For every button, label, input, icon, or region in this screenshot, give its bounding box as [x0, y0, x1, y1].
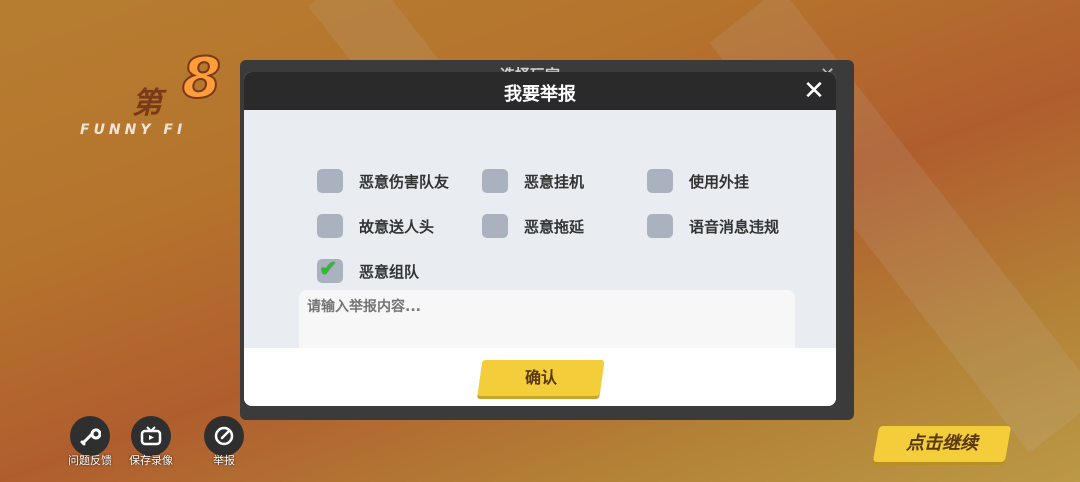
round-number: 8 — [181, 45, 222, 112]
option-malicious-teammate-damage[interactable]: 恶意伤害队友 — [317, 168, 449, 194]
round-prefix: 第 — [132, 86, 162, 121]
report-icon — [204, 416, 244, 456]
option-label: 恶意拖延 — [524, 217, 585, 236]
checkmark-icon: ✔ — [319, 257, 338, 282]
report-dialog: 我要举报 ✕ 恶意伤害队友 恶意挂机 使用外挂 故意送人头 恶意拖延 语音消息违… — [244, 72, 836, 406]
continue-button[interactable]: 点击继续 — [872, 426, 1012, 462]
option-voice-violation[interactable]: 语音消息违规 — [647, 213, 779, 239]
feedback-button[interactable]: 问题反馈 — [68, 416, 112, 468]
checkbox[interactable] — [317, 214, 343, 238]
report-label: 举报 — [213, 454, 235, 467]
tv-icon — [131, 416, 171, 456]
close-button[interactable]: ✕ — [800, 77, 828, 105]
option-label: 恶意组队 — [359, 262, 420, 281]
option-label: 故意送人头 — [359, 217, 435, 236]
wrench-icon — [70, 416, 110, 456]
round-subtitle: FUNNY FI — [80, 122, 187, 138]
checkbox[interactable] — [317, 169, 343, 193]
checkbox[interactable] — [647, 169, 673, 193]
continue-label: 点击继续 — [906, 433, 978, 454]
dialog-title: 我要举报 — [504, 84, 576, 105]
feedback-label: 问题反馈 — [68, 454, 112, 467]
dialog-body: 恶意伤害队友 恶意挂机 使用外挂 故意送人头 恶意拖延 语音消息违规 ✔ 恶意组… — [244, 110, 836, 370]
dialog-header: 我要举报 ✕ — [244, 72, 836, 110]
option-malicious-stalling[interactable]: 恶意拖延 — [482, 213, 584, 239]
report-button[interactable]: 举报 — [202, 416, 246, 468]
option-label: 语音消息违规 — [689, 217, 780, 236]
confirm-button[interactable]: 确认 — [477, 360, 605, 396]
option-malicious-teaming[interactable]: ✔ 恶意组队 — [317, 257, 420, 284]
confirm-button-label: 确认 — [524, 368, 557, 387]
option-intentional-feeding[interactable]: 故意送人头 — [317, 213, 434, 239]
save-replay-label: 保存录像 — [129, 454, 173, 467]
checkbox-checked[interactable]: ✔ — [317, 257, 343, 283]
option-label: 恶意伤害队友 — [359, 172, 450, 191]
checkbox[interactable] — [647, 214, 673, 238]
dialog-footer: 确认 — [244, 348, 836, 406]
option-malicious-afk[interactable]: 恶意挂机 — [482, 168, 584, 194]
checkbox[interactable] — [482, 214, 508, 238]
checkbox[interactable] — [482, 169, 508, 193]
option-label: 恶意挂机 — [524, 172, 585, 191]
option-cheating[interactable]: 使用外挂 — [647, 168, 749, 194]
save-replay-button[interactable]: 保存录像 — [129, 416, 173, 468]
option-label: 使用外挂 — [689, 172, 750, 191]
